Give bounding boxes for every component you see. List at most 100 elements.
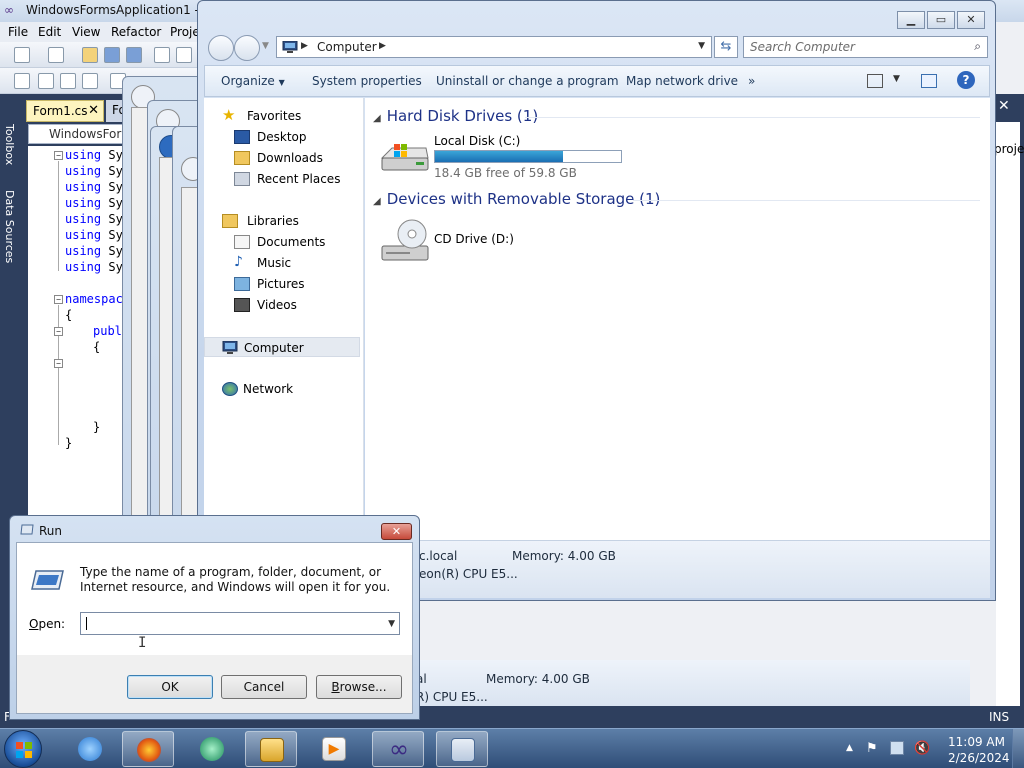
- history-dropdown-icon[interactable]: ▼: [262, 41, 269, 51]
- format-icon[interactable]: [38, 73, 54, 89]
- address-bar[interactable]: ▶ Computer ▶ ▼: [276, 36, 712, 58]
- tab-form1-cs[interactable]: Form1.cs ✕: [26, 100, 104, 122]
- cancel-button[interactable]: Cancel: [221, 675, 307, 699]
- organize-button[interactable]: Organize ▼: [221, 74, 285, 88]
- nav-pictures[interactable]: Pictures: [204, 274, 364, 294]
- search-icon[interactable]: ⌕: [974, 39, 981, 54]
- code-line: using Sy: [65, 244, 123, 258]
- close-icon[interactable]: ✕: [998, 98, 1010, 114]
- text-size-icon[interactable]: [82, 73, 98, 89]
- taskbar-windows-explorer[interactable]: [245, 731, 297, 767]
- fold-toggle-icon[interactable]: −: [54, 295, 63, 304]
- nav-label: Downloads: [257, 151, 323, 165]
- copy-icon[interactable]: [176, 47, 192, 63]
- close-icon[interactable]: ✕: [88, 103, 99, 118]
- network-icon: [222, 382, 238, 396]
- breadcrumb-arrow-icon[interactable]: ▶: [301, 41, 308, 51]
- add-item-icon[interactable]: [48, 47, 64, 63]
- drive-d[interactable]: CD Drive (D:): [377, 216, 577, 266]
- preview-pane-icon[interactable]: [921, 74, 937, 88]
- address-dropdown-icon[interactable]: ▼: [698, 41, 705, 51]
- clock-date[interactable]: 2/26/2024: [948, 751, 1010, 765]
- nav-network[interactable]: Network: [204, 379, 364, 399]
- cut-icon[interactable]: [154, 47, 170, 63]
- text-caret: [86, 617, 87, 630]
- class-combo-value: WindowsForr: [49, 127, 127, 141]
- help-icon[interactable]: ?: [957, 71, 975, 89]
- show-desktop-button[interactable]: [1012, 729, 1024, 768]
- toolbox-tab[interactable]: Toolbox: [3, 124, 16, 165]
- nav-documents[interactable]: Documents: [204, 232, 364, 252]
- code-line: }: [93, 420, 101, 434]
- vs-toolbar-standard: [0, 42, 200, 68]
- taskbar-internet-explorer[interactable]: [64, 731, 116, 767]
- back-button[interactable]: [208, 35, 234, 61]
- refresh-button[interactable]: ⇆: [714, 36, 738, 58]
- save-icon[interactable]: [104, 47, 120, 63]
- taskbar: ▶ ∞ ▲ ⚑ 🔇 11:09 AM 2/26/2024: [0, 728, 1024, 768]
- nav-downloads[interactable]: Downloads: [204, 148, 364, 168]
- chevron-down-icon[interactable]: ▼: [388, 619, 395, 629]
- group-removable-storage[interactable]: ◢ Devices with Removable Storage (1): [373, 190, 660, 208]
- taskbar-visual-studio[interactable]: ∞: [372, 731, 424, 767]
- new-project-icon[interactable]: [14, 47, 30, 63]
- pointer-icon[interactable]: [60, 73, 76, 89]
- drive-c[interactable]: Local Disk (C:) 18.4 GB free of 59.8 GB: [377, 128, 637, 180]
- nav-label: Favorites: [247, 109, 302, 123]
- search-box[interactable]: ⌕: [743, 36, 988, 58]
- uninstall-program-button[interactable]: Uninstall or change a program: [436, 74, 619, 88]
- group-hard-disk-drives[interactable]: ◢ Hard Disk Drives (1): [373, 107, 538, 125]
- nav-label: Music: [257, 256, 292, 270]
- more-commands-button[interactable]: »: [748, 74, 755, 88]
- nav-recent-places[interactable]: Recent Places: [204, 169, 364, 189]
- data-sources-tab[interactable]: Data Sources: [3, 190, 16, 263]
- open-folder-icon[interactable]: [82, 47, 98, 63]
- fold-toggle-icon[interactable]: −: [54, 327, 63, 336]
- open-input[interactable]: [81, 613, 377, 634]
- view-dropdown-icon[interactable]: ▼: [893, 74, 900, 84]
- menu-project[interactable]: Proje: [170, 25, 200, 39]
- nav-favorites[interactable]: ★ Favorites: [204, 106, 364, 126]
- align-icon[interactable]: [14, 73, 30, 89]
- start-button[interactable]: [4, 730, 42, 768]
- breadcrumb-arrow-icon[interactable]: ▶: [379, 41, 386, 51]
- taskbar-green-app[interactable]: [186, 731, 238, 767]
- fold-guide: [58, 305, 59, 445]
- nav-music[interactable]: ♪ Music: [204, 253, 364, 273]
- fold-toggle-icon[interactable]: −: [54, 359, 63, 368]
- open-combobox[interactable]: ▼: [80, 612, 400, 635]
- browse-button[interactable]: Browse...: [316, 675, 402, 699]
- system-properties-button[interactable]: System properties: [312, 74, 422, 88]
- action-center-flag-icon[interactable]: ⚑: [866, 741, 880, 756]
- show-hidden-icons-icon[interactable]: ▲: [846, 743, 853, 753]
- save-all-icon[interactable]: [126, 47, 142, 63]
- taskbar-media-player[interactable]: ▶: [308, 731, 360, 767]
- menu-edit[interactable]: Edit: [38, 25, 61, 39]
- menu-file[interactable]: File: [8, 25, 28, 39]
- network-tray-icon[interactable]: [890, 741, 904, 755]
- menu-refactor[interactable]: Refactor: [111, 25, 161, 39]
- search-input[interactable]: [744, 37, 964, 57]
- menu-view[interactable]: View: [72, 25, 100, 39]
- nav-desktop[interactable]: Desktop: [204, 127, 364, 147]
- caption-buttons: ▁ ▭ ✕: [897, 11, 987, 29]
- minimize-button[interactable]: ▁: [897, 11, 925, 29]
- taskbar-run[interactable]: [436, 731, 488, 767]
- map-network-drive-button[interactable]: Map network drive: [626, 74, 738, 88]
- volume-muted-icon[interactable]: 🔇: [914, 741, 930, 756]
- forward-button[interactable]: [234, 35, 260, 61]
- fold-toggle-icon[interactable]: −: [54, 151, 63, 160]
- breadcrumb-computer[interactable]: Computer: [317, 40, 377, 54]
- nav-libraries[interactable]: Libraries: [204, 211, 364, 231]
- close-button[interactable]: ✕: [957, 11, 985, 29]
- change-view-icon[interactable]: [867, 74, 883, 88]
- close-button[interactable]: ✕: [381, 523, 412, 540]
- taskbar-firefox[interactable]: [122, 731, 174, 767]
- code-line: using Sy: [65, 164, 123, 178]
- clock-time[interactable]: 11:09 AM: [948, 735, 1005, 749]
- maximize-button[interactable]: ▭: [927, 11, 955, 29]
- nav-computer[interactable]: Computer: [204, 337, 360, 357]
- nav-videos[interactable]: Videos: [204, 295, 364, 315]
- ok-button[interactable]: OK: [127, 675, 213, 699]
- code-line: {: [93, 340, 101, 354]
